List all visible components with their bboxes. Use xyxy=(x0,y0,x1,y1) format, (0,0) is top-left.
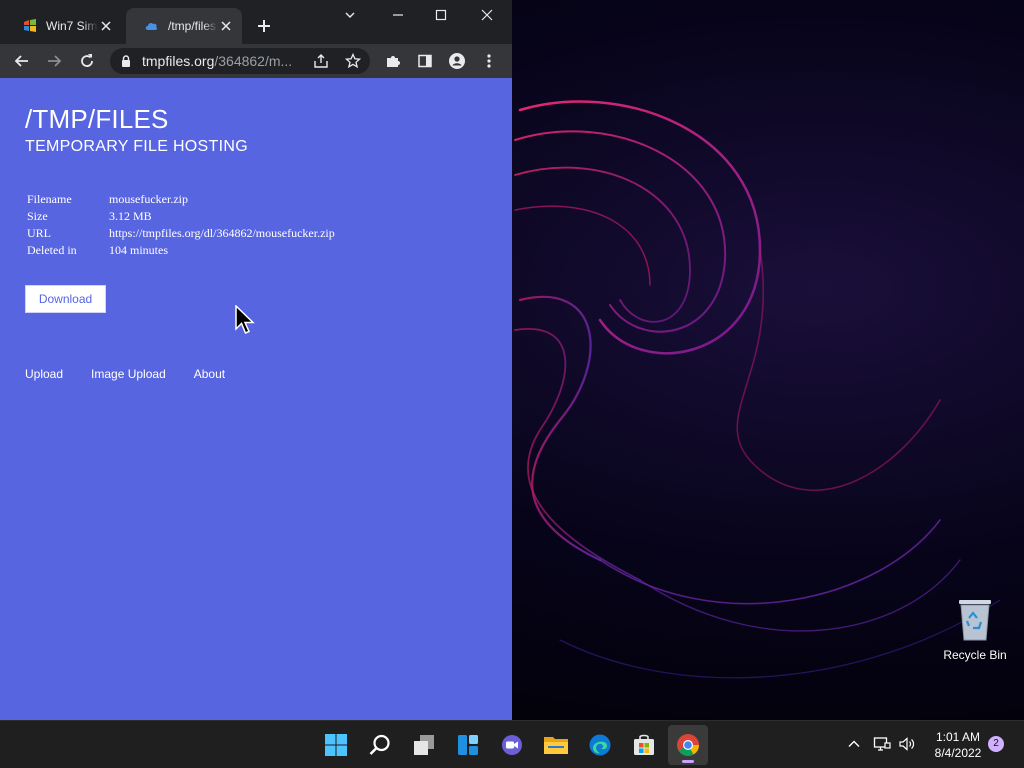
speaker-icon xyxy=(899,737,915,751)
file-info-row: Size 3.12 MB xyxy=(25,208,337,225)
browser-window: Win7 Simulator /tmp/files xyxy=(0,0,512,720)
tab-tmp-files[interactable]: /tmp/files xyxy=(126,8,242,44)
arrow-left-icon xyxy=(14,55,28,67)
side-panel-icon xyxy=(418,54,432,68)
close-tab-icon[interactable] xyxy=(98,18,114,34)
file-info-value: 3.12 MB xyxy=(109,209,152,223)
store-button[interactable] xyxy=(624,725,664,765)
lock-icon xyxy=(122,55,130,67)
url-host: tmpfiles.org xyxy=(142,53,215,69)
avatar-icon xyxy=(449,53,465,69)
widgets-button[interactable] xyxy=(448,725,488,765)
file-info-label: Deleted in xyxy=(27,243,77,257)
recycle-bin-label: Recycle Bin xyxy=(943,648,1007,662)
teams-chat-icon xyxy=(502,735,522,755)
file-info-label: Size xyxy=(27,209,48,223)
minimize-button[interactable] xyxy=(375,4,421,26)
tab-win7-simulator[interactable]: Win7 Simulator xyxy=(4,8,122,44)
file-info-label: Filename xyxy=(27,192,72,206)
bookmark-button[interactable] xyxy=(341,49,365,73)
new-tab-plus-icon[interactable] xyxy=(254,16,274,36)
reload-icon xyxy=(81,54,93,67)
network-icon xyxy=(873,737,891,751)
puzzle-icon xyxy=(387,56,400,67)
network-button[interactable] xyxy=(871,733,893,755)
close-tab-icon[interactable] xyxy=(218,18,234,34)
file-info-label: URL xyxy=(27,226,51,240)
share-icon xyxy=(314,54,328,68)
file-info-value: 104 minutes xyxy=(109,243,168,257)
tab-search-button[interactable] xyxy=(327,4,373,26)
tab-strip: Win7 Simulator /tmp/files xyxy=(0,0,512,44)
search-icon xyxy=(369,734,390,755)
extensions-button[interactable] xyxy=(381,49,405,73)
chevron-up-icon xyxy=(848,740,860,747)
star-icon xyxy=(345,53,361,69)
page-title: /TMP/FILES xyxy=(25,104,169,134)
chrome-icon xyxy=(677,734,699,756)
close-window-button[interactable] xyxy=(464,4,510,26)
win7-simulator-favicon-icon xyxy=(24,19,36,32)
start-icon xyxy=(325,734,347,756)
nav-link-upload[interactable]: Upload xyxy=(25,367,63,381)
tab-title: /tmp/files xyxy=(168,19,217,33)
taskbar: 1:01 AM 8/4/2022 xyxy=(0,720,1024,768)
share-button[interactable] xyxy=(309,49,333,73)
running-indicator xyxy=(682,760,694,763)
menu-button[interactable] xyxy=(477,49,501,73)
minimize-icon xyxy=(393,14,403,16)
page-subtitle: TEMPORARY FILE HOSTING xyxy=(25,138,248,155)
recycle-bin[interactable]: Recycle Bin xyxy=(940,596,1010,662)
chrome-button[interactable] xyxy=(668,725,708,765)
file-info-value: mousefucker.zip xyxy=(109,192,188,206)
show-hidden-icons-button[interactable] xyxy=(843,733,865,755)
volume-button[interactable] xyxy=(896,733,918,755)
browser-toolbar: tmpfiles.org/364862/m... xyxy=(0,44,512,78)
task-view-button[interactable] xyxy=(404,725,444,765)
clock-time: 1:01 AM xyxy=(935,730,981,744)
tab-title: Win7 Simulator xyxy=(46,19,98,33)
forward-button[interactable] xyxy=(42,49,66,73)
file-info-row: Deleted in 104 minutes xyxy=(25,242,337,259)
file-explorer-icon xyxy=(544,737,568,754)
back-button[interactable] xyxy=(10,49,34,73)
file-info-value: https://tmpfiles.org/dl/364862/mousefuck… xyxy=(109,226,335,240)
nav-link-image-upload[interactable]: Image Upload xyxy=(91,367,166,381)
store-icon xyxy=(634,734,654,755)
edge-icon xyxy=(589,734,611,756)
file-info-table: Filename mousefucker.zip Size 3.12 MB UR… xyxy=(25,191,337,259)
kebab-menu-icon xyxy=(487,54,491,68)
maximize-icon xyxy=(435,9,447,21)
chevron-down-icon xyxy=(345,12,355,18)
profile-button[interactable] xyxy=(445,49,469,73)
nav-link-about[interactable]: About xyxy=(194,367,225,381)
url-path: /364862/m... xyxy=(214,53,293,69)
page-content: /TMP/FILES TEMPORARY FILE HOSTING Filena… xyxy=(0,78,512,720)
teams-chat-button[interactable] xyxy=(492,725,532,765)
clock-date: 8/4/2022 xyxy=(934,746,982,760)
download-button[interactable]: Download xyxy=(25,285,106,313)
close-icon xyxy=(481,9,493,21)
cloud-favicon-icon xyxy=(145,22,158,30)
maximize-button[interactable] xyxy=(418,4,464,26)
notification-badge[interactable]: 2 xyxy=(988,736,1004,752)
reload-button[interactable] xyxy=(75,49,99,73)
mouse-pointer-icon xyxy=(235,305,255,334)
side-panel-button[interactable] xyxy=(413,49,437,73)
file-info-row: Filename mousefucker.zip xyxy=(25,191,337,208)
task-view-icon xyxy=(414,735,434,755)
arrow-right-icon xyxy=(48,55,62,67)
clock[interactable]: 1:01 AM 8/4/2022 xyxy=(926,729,990,761)
edge-button[interactable] xyxy=(580,725,620,765)
file-info-row: URL https://tmpfiles.org/dl/364862/mouse… xyxy=(25,225,337,242)
footer-nav: Upload Image Upload About xyxy=(25,367,253,381)
recycle-bin-icon xyxy=(959,600,991,641)
widgets-icon xyxy=(458,735,478,755)
taskbar-search-button[interactable] xyxy=(360,725,400,765)
file-explorer-button[interactable] xyxy=(536,725,576,765)
start-button[interactable] xyxy=(316,725,356,765)
